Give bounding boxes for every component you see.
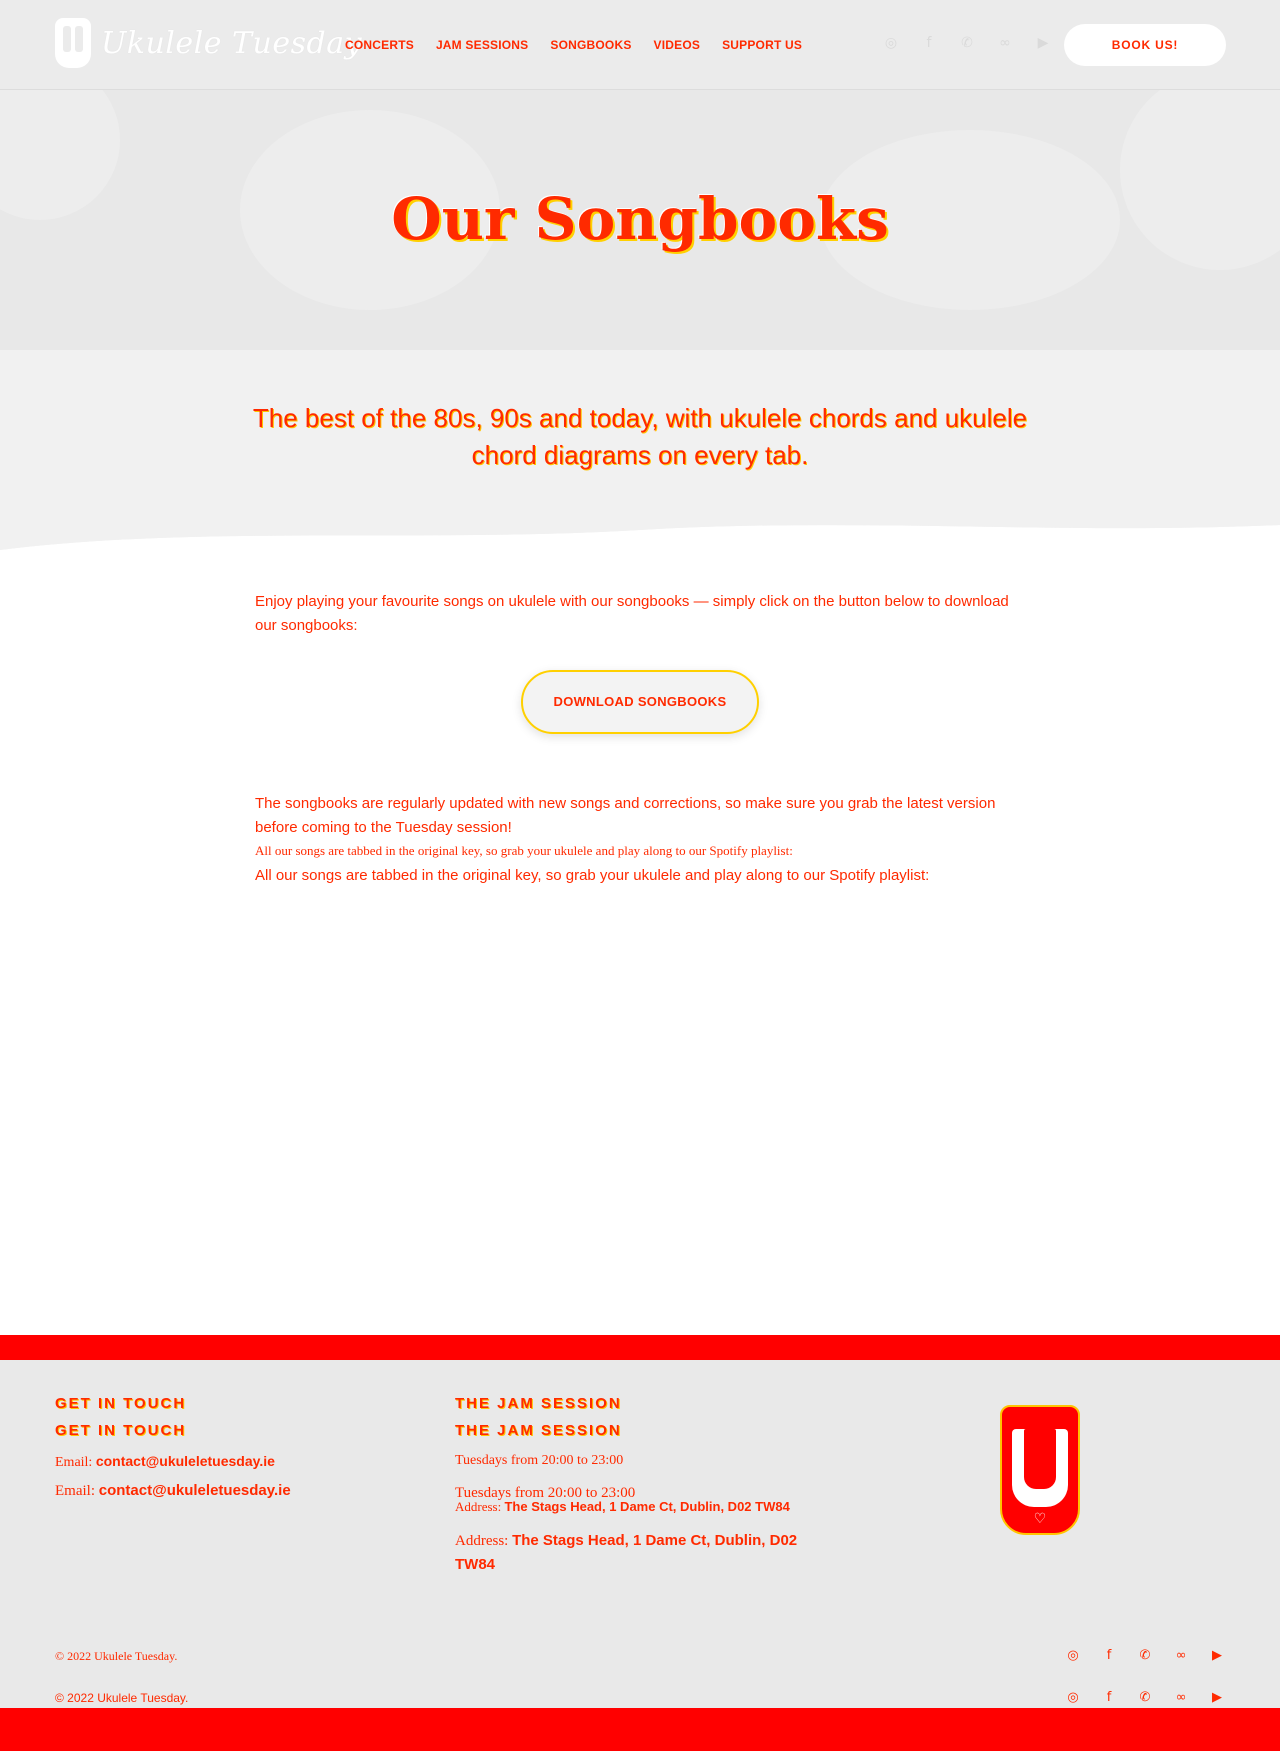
site-header: Ukulele Tuesday CONCERTS JAM SESSIONS SO…	[0, 0, 1280, 90]
songbooks-content: Enjoy playing your favourite songs on uk…	[255, 590, 1025, 638]
intro-text: The best of the 80s, 90s and today, with…	[252, 403, 1028, 470]
footer-social-links-repeat: ◎ f ✆ ∞ ▶	[1065, 1690, 1225, 1706]
facebook-icon[interactable]: f	[1101, 1648, 1117, 1664]
whatsapp-icon[interactable]: ✆	[1137, 1690, 1153, 1706]
youtube-icon[interactable]: ▶	[1209, 1690, 1225, 1706]
update-paragraph: The songbooks are regularly updated with…	[255, 795, 996, 836]
intro-paragraph: Enjoy playing your favourite songs on uk…	[255, 593, 1009, 634]
songbooks-notes: The songbooks are regularly updated with…	[255, 792, 1035, 888]
youtube-icon[interactable]: ▶	[1034, 34, 1052, 52]
footer-heading-jam: THE JAM SESSION	[455, 1395, 622, 1412]
footer-bottom-bar	[0, 1708, 1280, 1751]
download-wrapper: DOWNLOAD SONGBOOKS	[265, 670, 1015, 734]
footer-social-links: ◎ f ✆ ∞ ▶	[1065, 1648, 1225, 1664]
spotify-note-small: All our songs are tabbed in the original…	[255, 843, 793, 858]
nav-item-jam-sessions[interactable]: JAM SESSIONS	[436, 38, 528, 52]
nav-item-videos[interactable]: VIDEOS	[654, 38, 701, 52]
footer-heading-contact: GET IN TOUCH	[55, 1395, 187, 1412]
session-hours: Tuesdays from 20:00 to 23:00	[455, 1453, 624, 1468]
footer-jam-session: THE JAM SESSION THE JAM SESSION Tuesdays…	[455, 1395, 825, 1577]
wave-divider	[0, 505, 1280, 565]
copyright-row: © 2022 Ukulele Tuesday. ◎ f ✆ ∞ ▶	[55, 1648, 1225, 1664]
book-us-button[interactable]: BOOK US!	[1064, 24, 1226, 66]
youtube-icon[interactable]: ▶	[1209, 1648, 1225, 1664]
instagram-icon[interactable]: ◎	[882, 34, 900, 52]
address-label: Address:	[455, 1499, 502, 1514]
nav-item-songbooks[interactable]: SONGBOOKS	[550, 38, 631, 52]
nav-item-concerts[interactable]: CONCERTS	[345, 38, 414, 52]
footer-logo-icon: ♡	[1000, 1405, 1080, 1535]
email-label: Email:	[55, 1455, 93, 1470]
tripadvisor-icon[interactable]: ∞	[1173, 1648, 1189, 1664]
whatsapp-icon[interactable]: ✆	[958, 34, 976, 52]
footer-top-bar	[0, 1335, 1280, 1360]
download-songbooks-button[interactable]: DOWNLOAD SONGBOOKS	[521, 670, 759, 734]
tripadvisor-icon[interactable]: ∞	[996, 34, 1014, 52]
email-link[interactable]: contact@ukuleletuesday.ie	[96, 1453, 275, 1469]
copyright-row-repeat: © 2022 Ukulele Tuesday. ◎ f ✆ ∞ ▶	[55, 1690, 1225, 1706]
facebook-icon[interactable]: f	[1101, 1690, 1117, 1706]
copyright-text-repeat: © 2022 Ukulele Tuesday.	[55, 1691, 189, 1705]
instagram-icon[interactable]: ◎	[1065, 1690, 1081, 1706]
ukulele-logo-icon	[55, 18, 91, 68]
address-label-repeat: Address:	[455, 1533, 509, 1549]
hero-banner: Our Songbooks	[0, 90, 1280, 350]
email-label-repeat: Email:	[55, 1483, 95, 1499]
spotify-paragraph: All our songs are tabbed in the original…	[255, 867, 930, 884]
facebook-icon[interactable]: f	[920, 34, 938, 52]
footer-contact: GET IN TOUCH GET IN TOUCH Email: contact…	[55, 1395, 291, 1501]
nav-item-support-us[interactable]: SUPPORT US	[722, 38, 802, 52]
footer-heading-contact-repeat: GET IN TOUCH	[55, 1422, 187, 1439]
instagram-icon[interactable]: ◎	[1065, 1648, 1081, 1664]
page-title: Our Songbooks	[391, 185, 889, 253]
site-logo[interactable]: Ukulele Tuesday	[55, 18, 362, 68]
site-footer: GET IN TOUCH GET IN TOUCH Email: contact…	[0, 1360, 1280, 1708]
email-link-repeat[interactable]: contact@ukuleletuesday.ie	[99, 1482, 291, 1499]
main-nav: CONCERTS JAM SESSIONS SONGBOOKS VIDEOS S…	[345, 38, 802, 52]
footer-heading-jam-repeat: THE JAM SESSION	[455, 1422, 622, 1439]
header-social-links: ◎ f ✆ ∞ ▶	[882, 34, 1052, 52]
address-value[interactable]: The Stags Head, 1 Dame Ct, Dublin, D02 T…	[504, 1499, 789, 1514]
logo-text: Ukulele Tuesday	[101, 25, 363, 61]
copyright-text: © 2022 Ukulele Tuesday.	[55, 1648, 178, 1663]
tripadvisor-icon[interactable]: ∞	[1173, 1690, 1189, 1706]
whatsapp-icon[interactable]: ✆	[1137, 1648, 1153, 1664]
